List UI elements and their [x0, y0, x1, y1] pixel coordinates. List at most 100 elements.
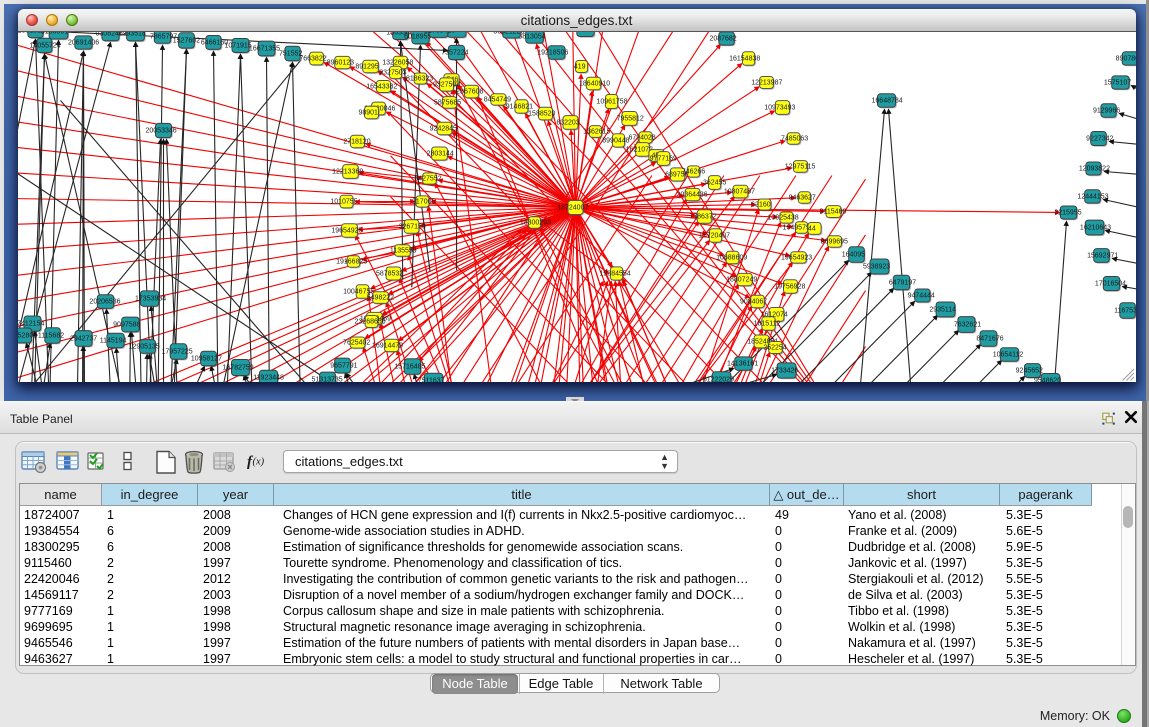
svg-text:17016504: 17016504: [1094, 280, 1125, 287]
svg-text:20691406: 20691406: [68, 39, 99, 46]
svg-text:56321223: 56321223: [493, 32, 524, 36]
svg-text:19756928: 19756928: [774, 283, 805, 290]
svg-text:1993518: 1993518: [118, 32, 145, 38]
svg-text:1733426: 1733426: [771, 367, 798, 374]
svg-text:1115682: 1115682: [37, 332, 63, 339]
svg-text:13226058: 13226058: [382, 59, 413, 66]
svg-text:9227342: 9227342: [1086, 135, 1113, 142]
svg-text:1362615: 1362615: [583, 128, 610, 135]
svg-text:19654925: 19654925: [331, 227, 362, 234]
svg-text:10654112: 10654112: [992, 351, 1023, 358]
svg-text:7625402: 7625402: [343, 339, 370, 346]
svg-text:10961758: 10961758: [596, 98, 627, 105]
svg-text:8454749: 8454749: [483, 96, 510, 103]
svg-text:2718120: 2718120: [343, 138, 370, 145]
svg-text:832203: 832203: [556, 119, 579, 126]
svg-text:3267150: 3267150: [398, 223, 425, 230]
svg-text:61222029: 61222029: [702, 376, 733, 382]
svg-text:12905135: 12905135: [128, 343, 159, 350]
svg-text:217005: 217005: [412, 198, 435, 205]
svg-text:1010755: 1010755: [330, 198, 357, 205]
svg-text:1135559: 1135559: [389, 247, 416, 254]
svg-text:9463627: 9463627: [788, 194, 815, 201]
svg-text:11923448: 11923448: [253, 374, 284, 381]
svg-text:2087682: 2087682: [709, 35, 736, 42]
svg-text:2803144: 2803144: [426, 150, 453, 157]
svg-text:15716485: 15716485: [394, 363, 425, 370]
svg-text:164095: 164095: [841, 251, 864, 258]
svg-text:98901: 98901: [358, 109, 378, 116]
svg-text:8907866: 8907866: [1115, 55, 1135, 62]
svg-text:16782759: 16782759: [222, 364, 253, 371]
svg-text:62160: 62160: [751, 201, 771, 208]
svg-text:2942737: 2942737: [69, 335, 96, 342]
svg-text:9084067: 9084067: [739, 298, 766, 305]
svg-text:20053346: 20053346: [145, 127, 176, 134]
svg-text:7485063: 7485063: [780, 135, 807, 142]
svg-text:1167534: 1167534: [1114, 307, 1136, 314]
svg-text:10973493: 10973493: [764, 104, 795, 111]
svg-text:10807487: 10807487: [723, 188, 754, 195]
svg-text:16543382: 16543382: [366, 83, 397, 90]
svg-text:19166825: 19166825: [336, 258, 367, 265]
svg-text:18640910: 18640910: [579, 80, 610, 87]
svg-text:12975115: 12975115: [784, 163, 815, 170]
svg-text:44: 44: [808, 225, 816, 232]
svg-text:16154838: 16154838: [729, 55, 760, 62]
svg-text:9242845: 9242845: [429, 125, 456, 132]
svg-text:10025438: 10025438: [767, 214, 798, 221]
svg-text:7511637: 7511637: [417, 377, 444, 382]
svg-text:1815112: 1815112: [753, 320, 780, 327]
svg-text:12213987: 12213987: [751, 79, 782, 86]
svg-text:1071915: 1071915: [224, 42, 251, 49]
svg-text:7663822: 7663822: [299, 55, 326, 62]
svg-text:20206536: 20206536: [89, 298, 120, 305]
svg-text:10688609: 10688609: [716, 254, 747, 261]
svg-text:9129966: 9129966: [1092, 107, 1119, 114]
svg-text:891295: 891295: [355, 63, 378, 70]
svg-text:5878532: 5878532: [375, 270, 402, 277]
svg-text:746266: 746266: [681, 168, 704, 175]
svg-text:18724007: 18724007: [557, 204, 588, 211]
svg-text:252254: 252254: [763, 344, 786, 351]
svg-text:5498222: 5498222: [366, 294, 393, 301]
svg-text:7357224: 7357224: [441, 49, 468, 56]
svg-text:12768426: 12768426: [424, 32, 455, 35]
svg-text:8960123: 8960123: [326, 59, 353, 66]
svg-text:5938923: 5938923: [862, 263, 889, 270]
svg-text:9146821: 9146821: [505, 103, 532, 110]
svg-text:17353934: 17353934: [135, 295, 166, 302]
svg-text:9657791: 9657791: [330, 362, 357, 369]
svg-text:12213369: 12213369: [332, 168, 363, 175]
svg-text:362455: 362455: [703, 179, 726, 186]
svg-text:9115460: 9115460: [819, 208, 846, 215]
svg-text:8186323: 8186323: [405, 75, 432, 82]
svg-text:10958127: 10958127: [190, 355, 221, 362]
svg-text:12093822: 12093822: [1078, 165, 1109, 172]
svg-text:23268656: 23268656: [354, 318, 385, 325]
svg-text:77412154: 77412154: [18, 320, 44, 327]
svg-text:1575107: 1575107: [1103, 79, 1130, 86]
svg-text:8427552: 8427552: [414, 175, 441, 182]
svg-text:14055724: 14055724: [29, 42, 60, 49]
svg-text:1527602: 1527602: [172, 37, 199, 44]
svg-text:7955812: 7955812: [616, 115, 643, 122]
svg-text:12444153: 12444153: [1077, 193, 1108, 200]
svg-text:18300293: 18300293: [519, 219, 550, 226]
svg-text:9245652: 9245652: [1015, 367, 1042, 374]
svg-text:8990448: 8990448: [602, 137, 629, 144]
svg-text:20364436: 20364436: [676, 191, 707, 198]
svg-text:9777169: 9777169: [649, 155, 676, 162]
svg-text:6794028: 6794028: [628, 134, 655, 141]
svg-text:17957225: 17957225: [161, 348, 192, 355]
svg-text:16210643: 16210643: [1079, 224, 1110, 231]
svg-text:16648784: 16648784: [871, 97, 902, 104]
svg-text:9474444: 9474444: [907, 292, 934, 299]
svg-text:19218506: 19218506: [537, 49, 568, 56]
svg-text:419: 419: [573, 63, 585, 70]
svg-text:19654923: 19654923: [781, 254, 812, 261]
svg-text:51313735: 51313735: [311, 376, 342, 382]
svg-text:9548620: 9548620: [1033, 377, 1060, 382]
svg-text:16914479: 16914479: [371, 342, 402, 349]
svg-text:16671355: 16671355: [248, 45, 279, 52]
